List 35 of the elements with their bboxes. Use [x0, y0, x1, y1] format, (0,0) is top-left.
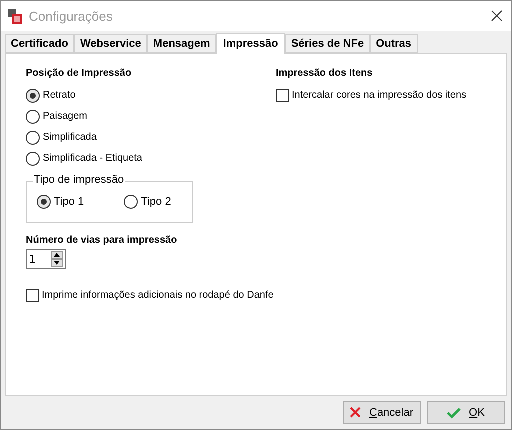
tab[interactable]: Mensagem — [147, 34, 216, 53]
app-icon — [7, 8, 23, 24]
tab[interactable]: Outras — [370, 34, 418, 53]
checkbox-label: Imprime informações adicionais no rodapé do Danfe — [42, 290, 274, 301]
number-spinner[interactable]: 1 — [26, 249, 66, 269]
spin-arrows-icon[interactable] — [51, 251, 63, 267]
section-title: Impressão dos Itens — [276, 68, 374, 79]
radio-label: Tipo 1 — [54, 196, 84, 208]
radio-button[interactable] — [26, 110, 40, 124]
checkmark-icon — [447, 406, 462, 418]
ok-button[interactable]: OK — [427, 401, 505, 424]
radio-label: Tipo 2 — [141, 196, 172, 208]
group-title: Tipo de impressão — [33, 174, 126, 186]
checkbox[interactable] — [276, 89, 289, 102]
close-icon[interactable] — [491, 10, 503, 22]
window-title: Configurações — [29, 8, 114, 24]
radio-label: Retrato — [43, 90, 76, 101]
radio-button[interactable] — [37, 195, 51, 209]
tab[interactable]: Webservice — [74, 34, 148, 53]
close-icon — [350, 407, 362, 418]
tab[interactable]: Certificado — [5, 34, 74, 53]
checkbox-label: Intercalar cores na impressão dos itens — [292, 90, 467, 101]
tab[interactable]: Séries de NFe — [285, 34, 370, 53]
cancel-button[interactable]: Cancelar — [343, 401, 421, 424]
radio-button[interactable] — [26, 130, 40, 144]
checkbox[interactable] — [26, 289, 39, 302]
radio-button[interactable] — [26, 88, 40, 102]
radio-button[interactable] — [26, 152, 40, 166]
radio-label: Simplificada - Etiqueta — [43, 153, 142, 164]
radio-button[interactable] — [124, 195, 138, 209]
radio-label: Paisagem — [43, 111, 88, 122]
radio-label: Simplificada — [43, 132, 97, 143]
field-label: Número de vias para impressão — [26, 235, 178, 246]
section-title: Posição de Impressão — [26, 68, 133, 79]
tab[interactable]: Impressão — [216, 33, 286, 54]
